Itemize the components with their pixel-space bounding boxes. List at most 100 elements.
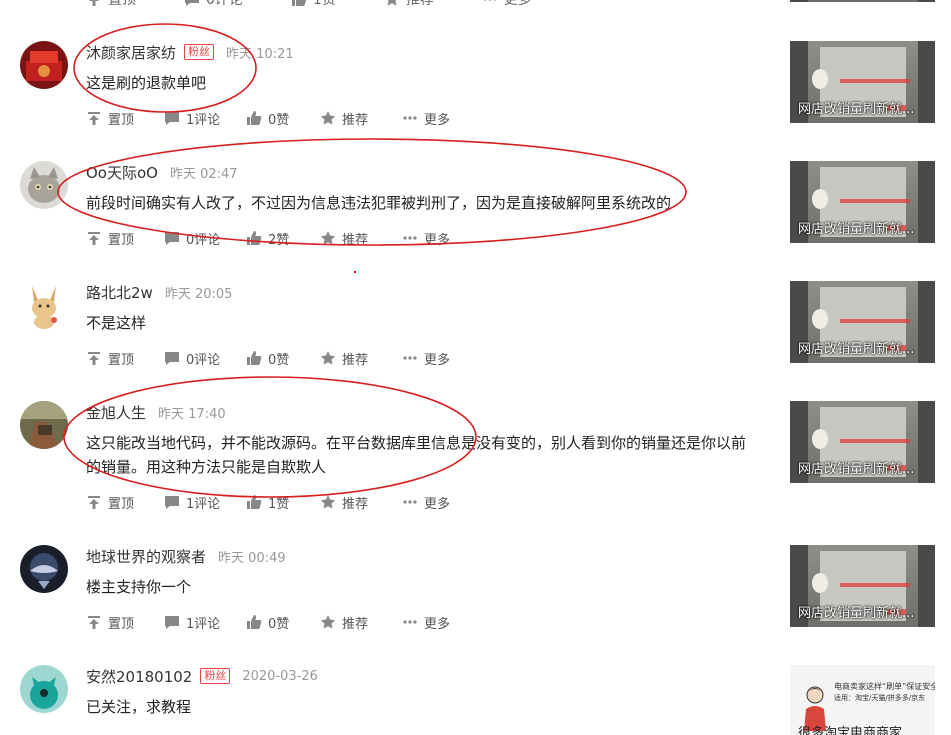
pin-icon bbox=[88, 616, 100, 629]
pin-label: 置顶 bbox=[108, 352, 135, 368]
recommend-action[interactable]: 推荐 bbox=[384, 0, 434, 9]
pin-action[interactable]: 置顶 bbox=[86, 493, 164, 512]
recommend-action[interactable]: 推荐 bbox=[320, 109, 402, 128]
more-action[interactable]: 更多 bbox=[402, 109, 462, 128]
comment-icon bbox=[165, 112, 179, 125]
comment-actions: 置顶 0评论 2赞 推荐 更多 bbox=[86, 228, 462, 248]
highlight-bar bbox=[840, 199, 910, 203]
like-count: 0赞 bbox=[268, 352, 290, 368]
more-label: 更多 bbox=[424, 352, 451, 368]
related-video-thumb[interactable]: 电商卖家这样“刷单”保证安全 适用：淘宝/天猫/拼多多/京东 很多淘宝电商商家.… bbox=[790, 665, 935, 735]
pin-icon bbox=[88, 232, 100, 245]
like-count: 0赞 bbox=[268, 616, 290, 632]
thumb-caption: 网店改销量刷新就... bbox=[798, 102, 915, 117]
annotation-ellipse bbox=[73, 23, 257, 113]
comment-action[interactable]: 1评论 bbox=[164, 613, 246, 632]
phone-image bbox=[808, 0, 918, 2]
pin-action[interactable]: 置顶 bbox=[86, 613, 164, 632]
thumb-caption: 很多淘宝电商商家... bbox=[798, 726, 915, 735]
thumbs-up-icon bbox=[291, 0, 306, 6]
annotation-dot bbox=[354, 271, 356, 273]
more-label: 更多 bbox=[424, 112, 451, 128]
avatar[interactable] bbox=[20, 41, 68, 89]
username[interactable]: 地球世界的观察者 bbox=[86, 546, 206, 567]
thumb-caption: 网店改销量刷新就... bbox=[798, 222, 915, 237]
pin-icon bbox=[89, 0, 99, 6]
related-video-thumb[interactable]: 网店改销量刷新就... bbox=[790, 545, 935, 627]
character-face bbox=[812, 429, 828, 449]
comment-action[interactable]: 0评论 bbox=[164, 349, 246, 368]
like-action[interactable]: 1赞 bbox=[246, 493, 320, 512]
recommend-action[interactable]: 推荐 bbox=[320, 613, 402, 632]
thumb-subline: 适用：淘宝/天猫/拼多多/京东 bbox=[834, 694, 926, 702]
recommend-action[interactable]: 推荐 bbox=[320, 349, 402, 368]
more-action[interactable]: 更多 bbox=[482, 0, 532, 9]
avatar[interactable] bbox=[20, 401, 68, 449]
recommend-label: 推荐 bbox=[342, 112, 369, 128]
username[interactable]: 金旭人生 bbox=[86, 402, 146, 423]
like-action[interactable]: 0赞 bbox=[246, 613, 320, 632]
timestamp: 昨天 02:47 bbox=[169, 166, 238, 182]
comment-icon bbox=[165, 496, 179, 509]
timestamp: 昨天 20:05 bbox=[164, 286, 233, 302]
comment-actions: 置顶 1评论 1赞 推荐 更多 bbox=[86, 492, 462, 512]
more-action[interactable]: 更多 bbox=[402, 493, 462, 512]
username[interactable]: Oo天际oO bbox=[86, 162, 158, 183]
username[interactable]: 沐颜家居家纺 bbox=[86, 42, 176, 63]
more-icon bbox=[403, 620, 417, 624]
comment-count: 1评论 bbox=[186, 496, 221, 512]
comment-action[interactable]: 0评论 bbox=[164, 229, 246, 248]
comment-count: 0评论 bbox=[186, 232, 221, 248]
avatar[interactable] bbox=[20, 161, 68, 209]
pin-action[interactable]: 置顶 bbox=[86, 109, 164, 128]
username[interactable]: 路北北2w bbox=[86, 282, 153, 303]
star-icon bbox=[320, 495, 336, 509]
comment-action[interactable]: 0评论 bbox=[184, 0, 243, 9]
comment-header: 沐颜家居家纺 粉丝 昨天 10:21 bbox=[86, 42, 294, 62]
pin-action[interactable]: 置顶 bbox=[86, 349, 164, 368]
avatar[interactable] bbox=[20, 665, 68, 713]
related-video-thumb[interactable]: 网店改销量刷新就... bbox=[790, 41, 935, 123]
recommend-action[interactable]: 推荐 bbox=[320, 229, 402, 248]
highlight-bar bbox=[840, 439, 910, 443]
like-action[interactable]: 0赞 bbox=[246, 109, 320, 128]
more-action[interactable]: 更多 bbox=[402, 613, 462, 632]
comment-icon bbox=[165, 352, 179, 365]
timestamp: 昨天 17:40 bbox=[158, 406, 226, 422]
like-action[interactable]: 2赞 bbox=[246, 229, 320, 248]
avatar[interactable] bbox=[20, 545, 68, 593]
recommend-label: 推荐 bbox=[405, 0, 434, 8]
comment-actions: 置顶 1评论 0赞 推荐 更多 bbox=[86, 108, 462, 128]
like-action[interactable]: 0赞 bbox=[246, 349, 320, 368]
related-video-thumb[interactable]: 网店改销量刷新就... bbox=[790, 161, 935, 243]
star-icon bbox=[320, 351, 336, 365]
comment-action[interactable]: 1评论 bbox=[164, 109, 246, 128]
related-video-thumb[interactable] bbox=[790, 0, 935, 2]
comment-action[interactable]: 1评论 bbox=[164, 493, 246, 512]
comment-header: 地球世界的观察者 昨天 00:49 bbox=[86, 546, 286, 566]
more-action[interactable]: 更多 bbox=[402, 229, 462, 248]
comment-text: 已关注，求教程 bbox=[86, 698, 192, 716]
highlight-bar bbox=[840, 319, 910, 323]
more-label: 更多 bbox=[424, 232, 451, 248]
character-face bbox=[812, 189, 828, 209]
thumb-headline: 电商卖家这样“刷单”保证安全 bbox=[834, 682, 935, 691]
star-icon bbox=[320, 111, 336, 125]
like-count: 0赞 bbox=[268, 112, 290, 128]
related-video-thumb[interactable]: 网店改销量刷新就... bbox=[790, 401, 935, 483]
pin-action[interactable]: 置顶 bbox=[86, 0, 136, 9]
comment-header: Oo天际oO 昨天 02:47 bbox=[86, 162, 238, 182]
character-face bbox=[812, 69, 828, 89]
highlight-bar bbox=[840, 583, 910, 587]
related-video-thumb[interactable]: 网店改销量刷新就... bbox=[790, 281, 935, 363]
like-action[interactable]: 1赞 bbox=[291, 0, 336, 9]
username[interactable]: 安然20180102 bbox=[86, 666, 192, 687]
like-count: 1赞 bbox=[268, 496, 290, 512]
character-face bbox=[812, 309, 828, 329]
pin-action[interactable]: 置顶 bbox=[86, 229, 164, 248]
previous-comment-actions: 置顶 0评论 1赞 推荐 更多 bbox=[86, 0, 580, 9]
recommend-label: 推荐 bbox=[342, 232, 369, 248]
recommend-action[interactable]: 推荐 bbox=[320, 493, 402, 512]
more-action[interactable]: 更多 bbox=[402, 349, 462, 368]
avatar[interactable] bbox=[20, 282, 68, 330]
